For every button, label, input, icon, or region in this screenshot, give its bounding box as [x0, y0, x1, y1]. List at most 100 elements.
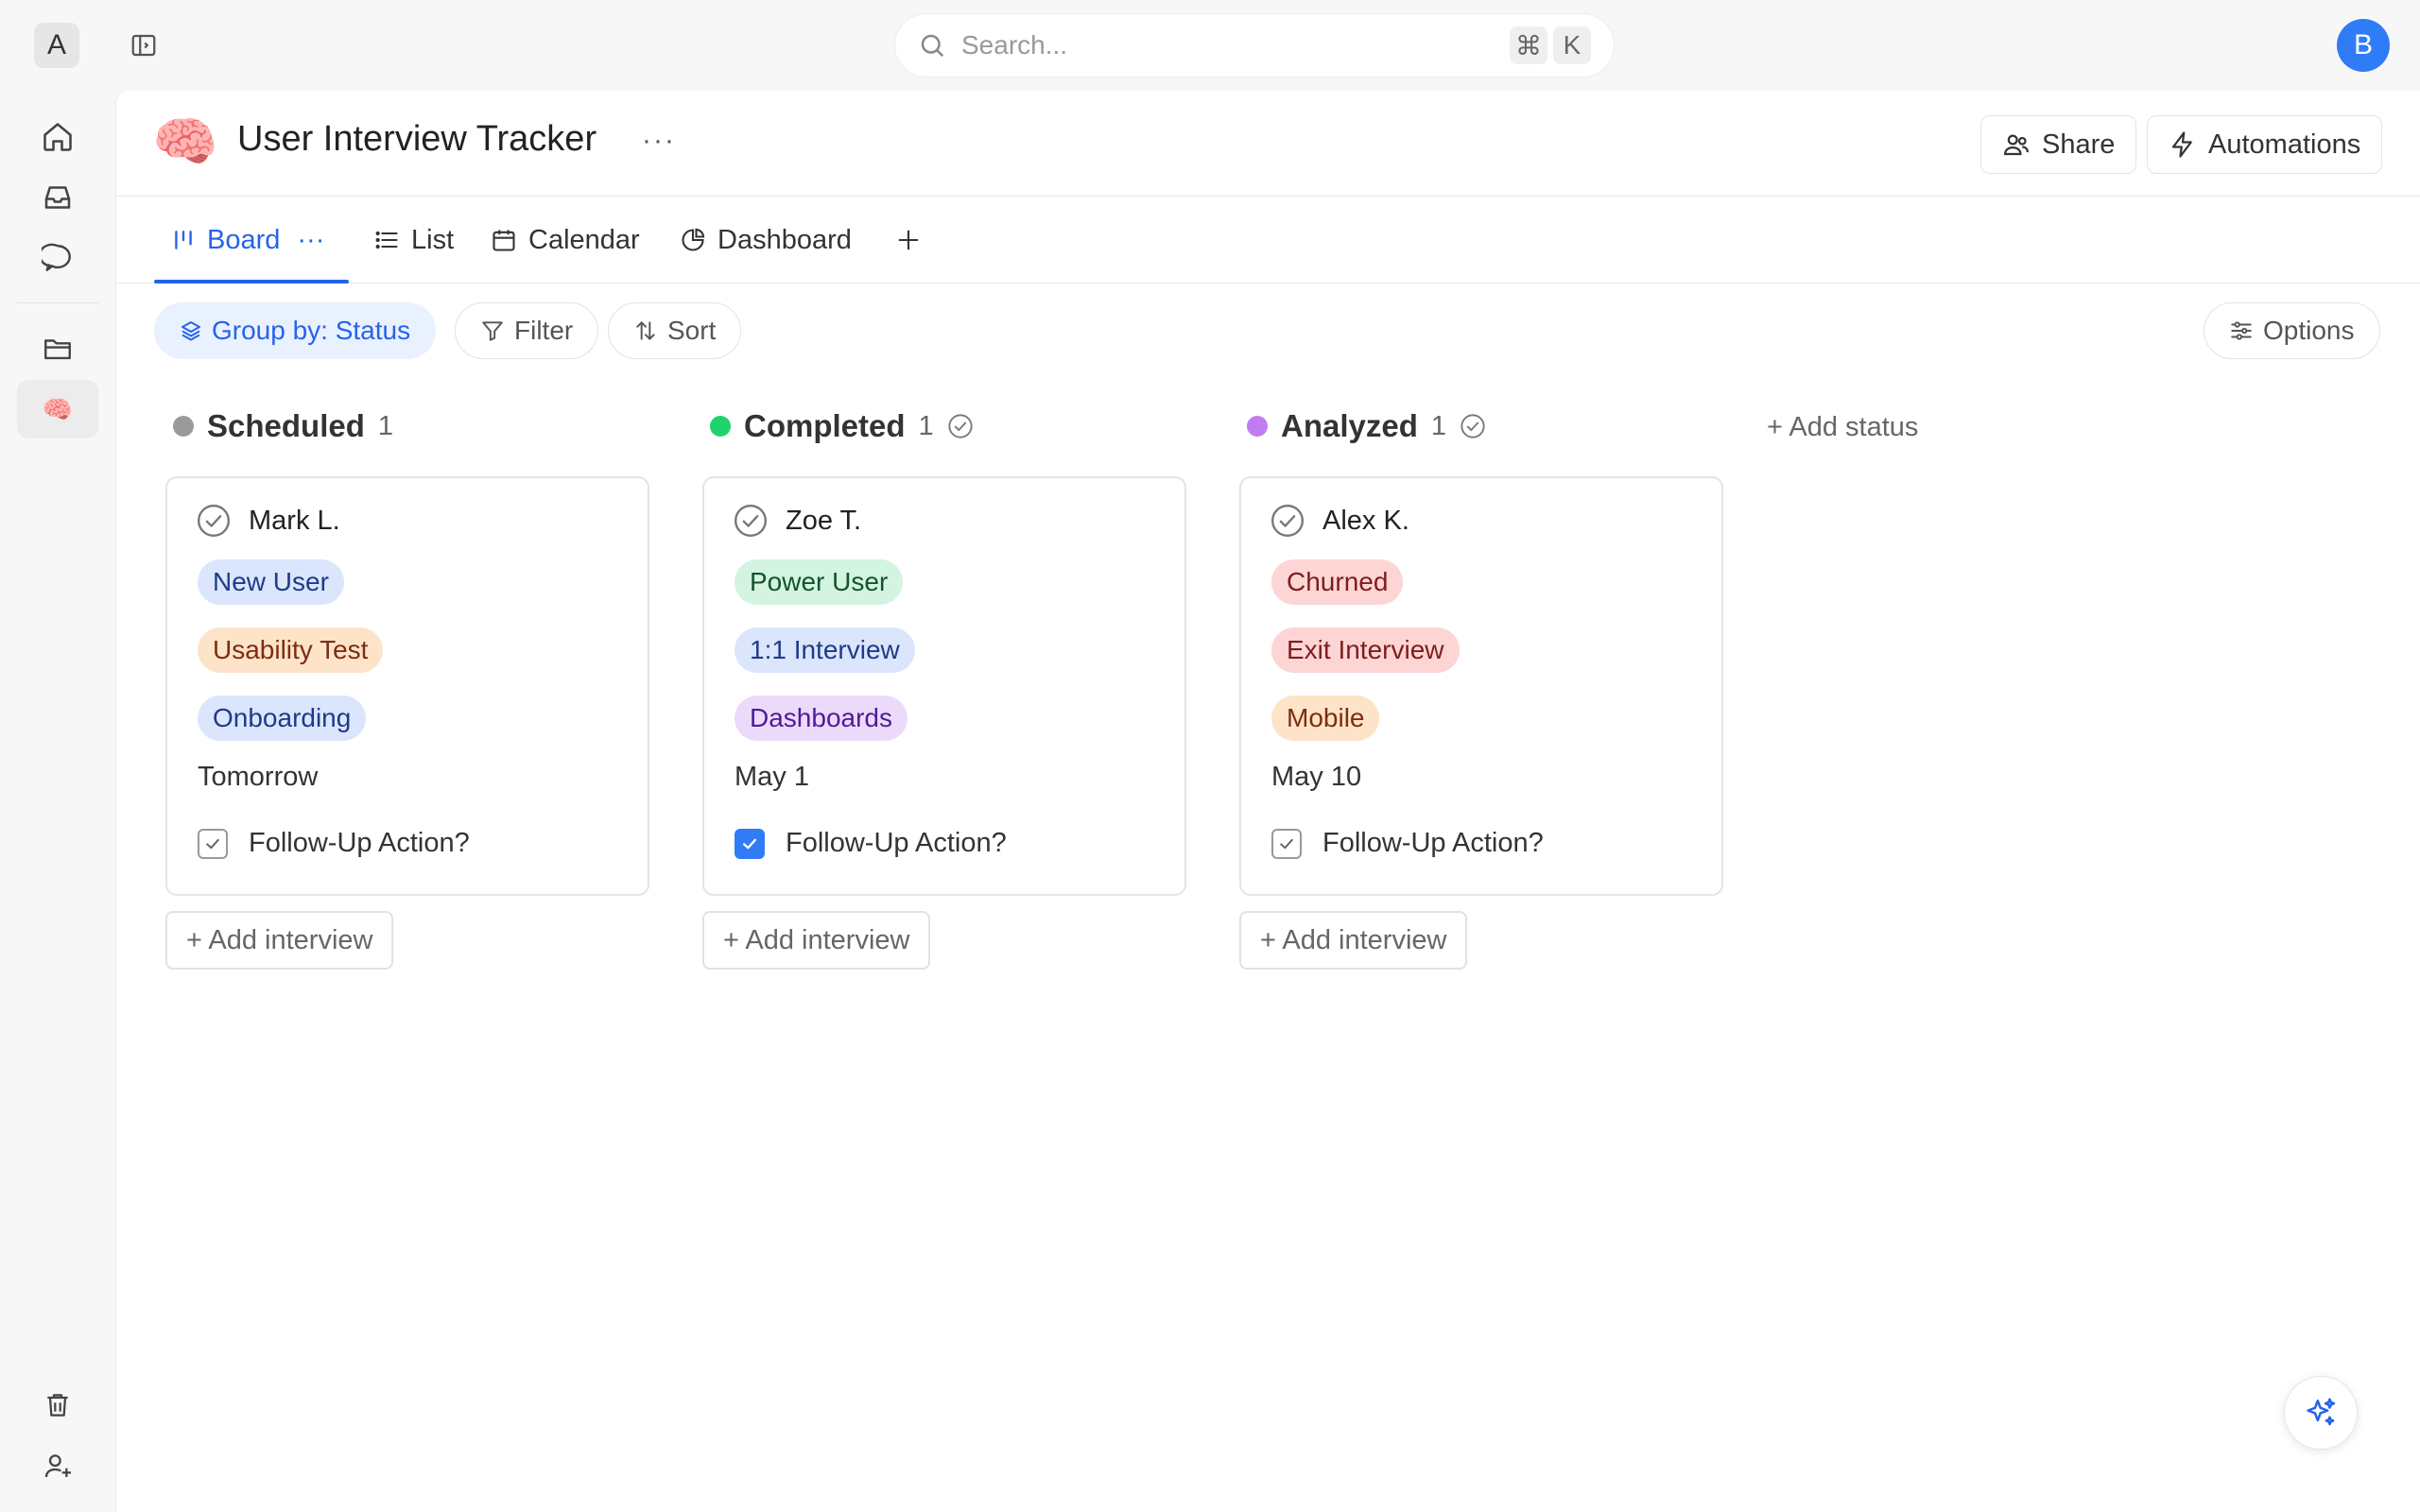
filter-label: Filter — [514, 316, 574, 345]
column-header-analyzed[interactable]: Analyzed 1 — [1247, 393, 1486, 459]
calendar-icon — [491, 227, 517, 253]
check-circle-icon — [1460, 413, 1486, 439]
pie-chart-icon — [680, 227, 706, 253]
add-view-button[interactable] — [895, 197, 922, 284]
add-interview-button[interactable]: + Add interview — [165, 911, 394, 970]
page-title[interactable]: User Interview Tracker — [237, 119, 596, 160]
tag: New User — [198, 559, 344, 605]
workspace-avatar[interactable]: A — [34, 23, 79, 68]
card-alex-k[interactable]: Alex K. Churned Exit Interview Mobile Ma… — [1239, 476, 1723, 896]
column-title: Scheduled — [207, 408, 365, 443]
column-header-completed[interactable]: Completed 1 — [710, 393, 974, 459]
tag: Exit Interview — [1271, 627, 1460, 673]
check-circle-icon[interactable] — [196, 503, 232, 539]
card-name: Mark L. — [249, 505, 340, 536]
left-rail: 🧠 — [0, 91, 115, 1512]
card-zoe-t[interactable]: Zoe T. Power User 1:1 Interview Dashboar… — [702, 476, 1186, 896]
card-title-row: Zoe T. — [733, 503, 861, 539]
card-title-row: Mark L. — [196, 503, 340, 539]
follow-up-field: Follow-Up Action? — [1271, 828, 1544, 859]
page-more-button[interactable]: ··· — [642, 125, 676, 157]
active-tab-indicator — [154, 280, 349, 284]
search-bar[interactable]: ⌘ K — [894, 13, 1615, 77]
sort-button[interactable]: Sort — [608, 302, 742, 359]
brain-page-link[interactable]: 🧠 — [17, 380, 98, 438]
add-interview-button[interactable]: + Add interview — [1239, 911, 1468, 970]
page-emoji-icon[interactable]: 🧠 — [152, 112, 218, 172]
tag: Dashboards — [735, 696, 908, 741]
add-status-button[interactable]: + Add status — [1767, 412, 1918, 443]
group-by-button[interactable]: Group by: Status — [154, 302, 437, 359]
column-header-scheduled[interactable]: Scheduled 1 — [173, 393, 393, 459]
filter-button[interactable]: Filter — [455, 302, 599, 359]
tag: Mobile — [1271, 696, 1380, 741]
card-date: May 1 — [735, 762, 809, 792]
tag: 1:1 Interview — [735, 627, 915, 673]
tab-dashboard[interactable]: Dashboard — [680, 197, 852, 284]
tab-calendar-label: Calendar — [528, 224, 640, 255]
tab-dashboard-label: Dashboard — [717, 224, 852, 255]
ai-assistant-button[interactable] — [2284, 1376, 2358, 1450]
follow-up-field: Follow-Up Action? — [198, 828, 470, 859]
tab-list[interactable]: List — [373, 197, 454, 284]
add-interview-button[interactable]: + Add interview — [702, 911, 931, 970]
main-panel: 🧠 User Interview Tracker ··· Share Autom… — [115, 91, 2420, 1512]
tab-board-more-button[interactable]: ··· — [297, 225, 324, 256]
status-dot — [1247, 416, 1268, 437]
tab-board-label: Board — [207, 224, 281, 255]
trash-icon[interactable] — [17, 1376, 98, 1435]
page-header: 🧠 User Interview Tracker ··· Share Autom… — [116, 91, 2420, 197]
column-count: 1 — [918, 410, 934, 441]
users-icon — [2002, 130, 2031, 159]
share-button[interactable]: Share — [1980, 115, 2137, 174]
home-icon[interactable] — [17, 108, 98, 166]
shortcut-cmd-key: ⌘ — [1510, 26, 1547, 64]
brain-emoji-icon: 🧠 — [42, 394, 74, 423]
sparkle-icon — [2303, 1395, 2339, 1431]
share-label: Share — [2042, 129, 2116, 160]
card-name: Alex K. — [1322, 505, 1409, 536]
card-name: Zoe T. — [786, 505, 862, 536]
status-dot — [710, 416, 731, 437]
list-icon — [373, 227, 400, 253]
sliders-icon — [2229, 318, 2254, 343]
check-circle-icon[interactable] — [733, 503, 769, 539]
options-label: Options — [2263, 316, 2355, 345]
tag: Usability Test — [198, 627, 384, 673]
chat-icon[interactable] — [17, 229, 98, 287]
tag: Onboarding — [198, 696, 367, 741]
follow-up-label: Follow-Up Action? — [249, 828, 470, 858]
card-mark-l[interactable]: Mark L. New User Usability Test Onboardi… — [165, 476, 649, 896]
plus-icon — [895, 227, 922, 253]
follow-up-label: Follow-Up Action? — [786, 828, 1007, 858]
layers-icon — [180, 319, 202, 342]
card-date: May 10 — [1271, 762, 1362, 792]
tag: Churned — [1271, 559, 1404, 605]
follow-up-checkbox[interactable] — [1271, 828, 1302, 859]
lightning-icon — [2169, 130, 2197, 159]
inbox-icon[interactable] — [17, 168, 98, 227]
tab-calendar[interactable]: Calendar — [491, 197, 640, 284]
follow-up-checkbox[interactable] — [198, 828, 228, 859]
column-title: Completed — [744, 408, 906, 443]
options-button[interactable]: Options — [2204, 302, 2380, 359]
tab-list-label: List — [411, 224, 455, 255]
filter-icon — [480, 318, 505, 343]
follow-up-label: Follow-Up Action? — [1322, 828, 1544, 858]
check-circle-icon[interactable] — [1270, 503, 1305, 539]
search-input[interactable] — [961, 30, 1504, 60]
automations-button[interactable]: Automations — [2147, 115, 2383, 174]
sidebar-toggle-icon[interactable] — [127, 28, 161, 62]
column-count: 1 — [1430, 410, 1447, 441]
user-avatar[interactable]: B — [2337, 19, 2390, 72]
search-icon — [918, 31, 946, 60]
add-user-icon[interactable] — [17, 1436, 98, 1495]
status-dot — [173, 416, 194, 437]
sort-label: Sort — [667, 316, 717, 345]
check-circle-icon — [947, 413, 974, 439]
column-count: 1 — [377, 410, 394, 441]
follow-up-checkbox[interactable] — [735, 828, 765, 859]
tab-board[interactable]: Board ··· — [171, 197, 324, 284]
group-by-label: Group by: Status — [212, 316, 411, 345]
folder-icon[interactable] — [17, 319, 98, 378]
